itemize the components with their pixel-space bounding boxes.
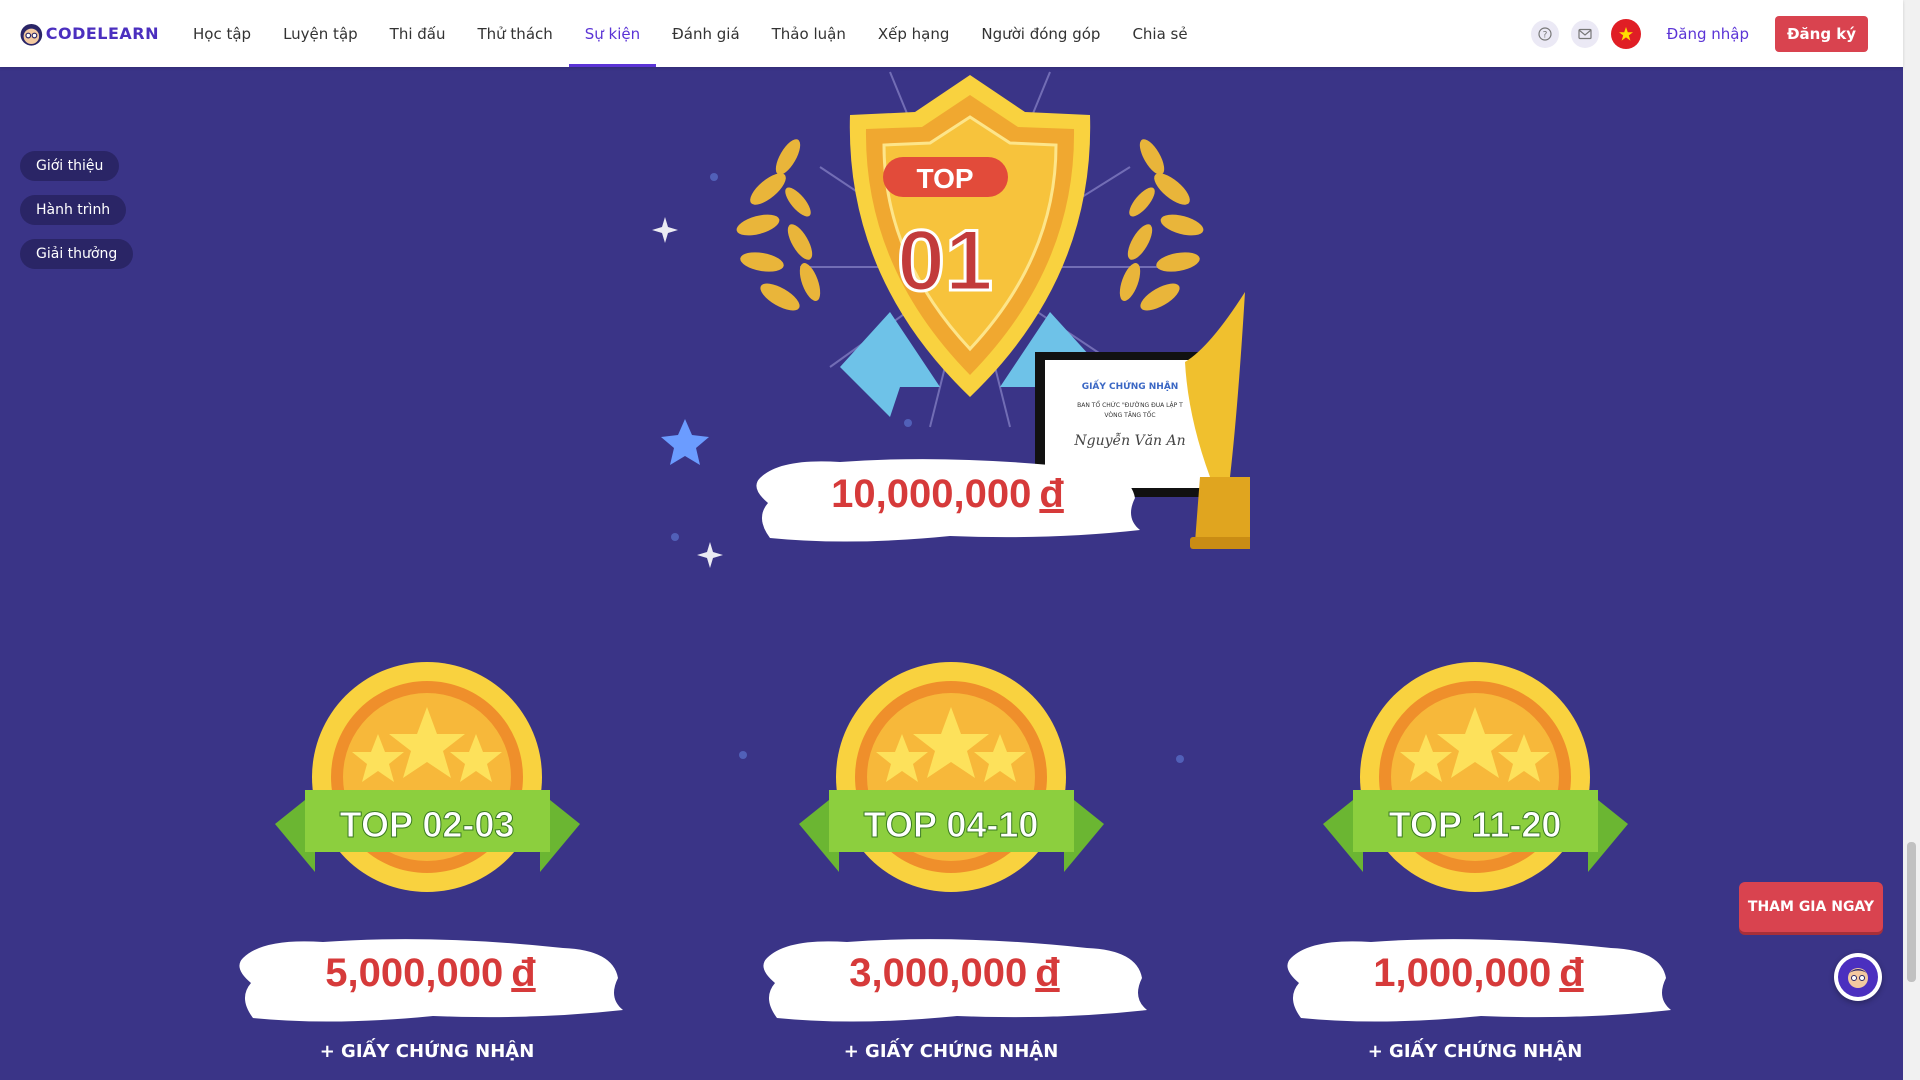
brand-name: CODELEARN [45, 24, 159, 43]
mascot-logo-icon [20, 23, 43, 46]
vietnam-flag-icon[interactable] [1610, 18, 1641, 49]
top-04-10-medal: TOP 04-10 [799, 662, 1104, 892]
mail-icon[interactable] [1570, 19, 1599, 48]
nav-thao-luan[interactable]: Thảo luận [756, 0, 862, 67]
mascot-avatar-icon [1838, 957, 1878, 997]
top-label: TOP [916, 163, 973, 194]
nav-luyen-tap[interactable]: Luyện tập [267, 0, 374, 67]
nav-nguoi-dong-gop[interactable]: Người đóng góp [965, 0, 1116, 67]
top-02-03-medal: TOP 02-03 [275, 662, 580, 892]
signup-button[interactable]: Đăng ký [1775, 15, 1868, 52]
question-icon[interactable]: ? [1530, 19, 1559, 48]
nav-thu-thach[interactable]: Thử thách [461, 0, 568, 67]
currency-symbol: đ [1039, 472, 1064, 516]
nav-danh-gia[interactable]: Đánh giá [656, 0, 755, 67]
sparkle-icon [652, 217, 678, 243]
currency-symbol: đ [1035, 951, 1060, 995]
prize-amount-value: 1,000,000 [1373, 951, 1552, 995]
top-02-03-amount: 5,000,000 đ [233, 951, 628, 996]
top-01-amount-value: 10,000,000 [831, 472, 1032, 516]
nav-chia-se[interactable]: Chia sẻ [1116, 0, 1203, 67]
top-04-10-amount: 3,000,000 đ [757, 951, 1152, 996]
top-navbar: CODELEARN Học tập Luyện tập Thi đấu Thử … [0, 0, 1903, 67]
prize-label: TOP 04-10 [864, 804, 1039, 845]
prize-amount-value: 5,000,000 [325, 951, 504, 995]
top-11-20-medal: TOP 11-20 [1323, 662, 1628, 892]
top-rank: 01 [897, 213, 993, 309]
top-11-20-amount: 1,000,000 đ [1281, 951, 1676, 996]
nav-thi-dau[interactable]: Thi đấu [374, 0, 462, 67]
codelearn-logo[interactable]: CODELEARN [19, 15, 159, 53]
prize-certificate-note: + GIẤY CHỨNG NHẬN [843, 1041, 1059, 1062]
nav-su-kien[interactable]: Sự kiện [568, 0, 657, 67]
certificate-line2: VÒNG TĂNG TỐC [1104, 411, 1155, 419]
header-actions: ? Đăng nhập Đăng ký [1519, 0, 1868, 67]
svg-text:?: ? [1542, 30, 1547, 40]
prize-certificate-note: + GIẤY CHỨNG NHẬN [1367, 1041, 1583, 1062]
certificate-signature: Nguyễn Văn An [1073, 432, 1185, 449]
login-link[interactable]: Đăng nhập [1667, 25, 1749, 43]
certificate-line1: BAN TỔ CHỨC "ĐƯỜNG ĐUA LẬP T [1077, 401, 1183, 409]
page-scrollbar[interactable] [1903, 0, 1920, 1080]
nav-xep-hang[interactable]: Xếp hạng [862, 0, 966, 67]
prize-certificate-note: + GIẤY CHỨNG NHẬN [319, 1041, 535, 1062]
currency-symbol: đ [511, 951, 536, 995]
prize-amount-value: 3,000,000 [849, 951, 1028, 995]
chatbot-button[interactable] [1834, 953, 1882, 1001]
nav-hoc-tap[interactable]: Học tập [177, 0, 267, 67]
top-01-amount: 10,000,000 đ [750, 472, 1145, 517]
currency-symbol: đ [1559, 951, 1584, 995]
prize-label: TOP 11-20 [1389, 804, 1562, 845]
prize-label: TOP 02-03 [340, 804, 515, 845]
main-nav: Học tập Luyện tập Thi đấu Thử thách Sự k… [177, 0, 1204, 67]
join-now-button[interactable]: THAM GIA NGAY [1739, 882, 1883, 932]
scrollbar-thumb[interactable] [1907, 842, 1916, 982]
